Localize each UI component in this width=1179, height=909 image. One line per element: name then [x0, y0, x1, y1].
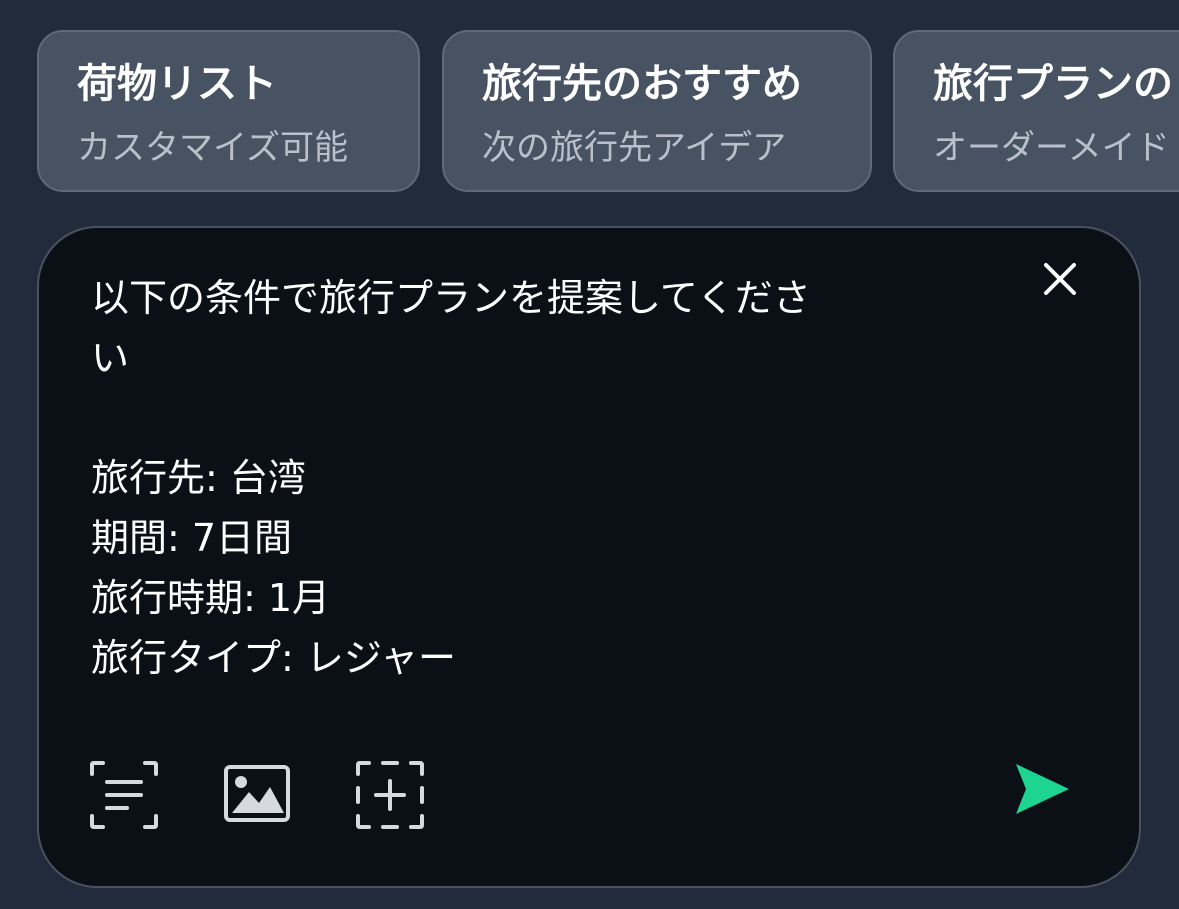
- suggestion-chip-packing-list[interactable]: 荷物リスト カスタマイズ可能: [37, 30, 420, 192]
- prompt-composer: 以下の条件で旅行プランを提案してくださ い 旅行先: 台湾 期間: 7日間 旅行…: [37, 226, 1141, 888]
- prompt-input[interactable]: 以下の条件で旅行プランを提案してくださ い 旅行先: 台湾 期間: 7日間 旅行…: [91, 268, 951, 708]
- send-button[interactable]: [1009, 756, 1075, 822]
- suggestion-chip-destination[interactable]: 旅行先のおすすめ 次の旅行先アイデア: [442, 30, 872, 192]
- add-frame-button[interactable]: [353, 758, 427, 832]
- text-scan-icon: [90, 761, 158, 829]
- suggestion-row: 荷物リスト カスタマイズ可能 旅行先のおすすめ 次の旅行先アイデア 旅行プランの…: [0, 0, 1179, 220]
- close-icon: [1044, 263, 1076, 295]
- suggestion-title: 荷物リスト: [77, 61, 277, 107]
- image-button[interactable]: [221, 758, 295, 832]
- suggestion-subtitle: カスタマイズ可能: [77, 128, 348, 168]
- text-scan-button[interactable]: [87, 758, 161, 832]
- send-icon: [1016, 764, 1069, 814]
- suggestion-title: 旅行先のおすすめ: [482, 61, 802, 107]
- image-icon: [224, 765, 290, 822]
- suggestion-title: 旅行プランの: [933, 61, 1173, 107]
- suggestion-subtitle: オーダーメイド: [933, 128, 1170, 168]
- suggestion-chip-travel-plan[interactable]: 旅行プランの オーダーメイド: [893, 30, 1179, 192]
- suggestion-subtitle: 次の旅行先アイデア: [482, 128, 787, 168]
- add-frame-icon: [356, 761, 424, 829]
- close-button[interactable]: [1035, 254, 1085, 304]
